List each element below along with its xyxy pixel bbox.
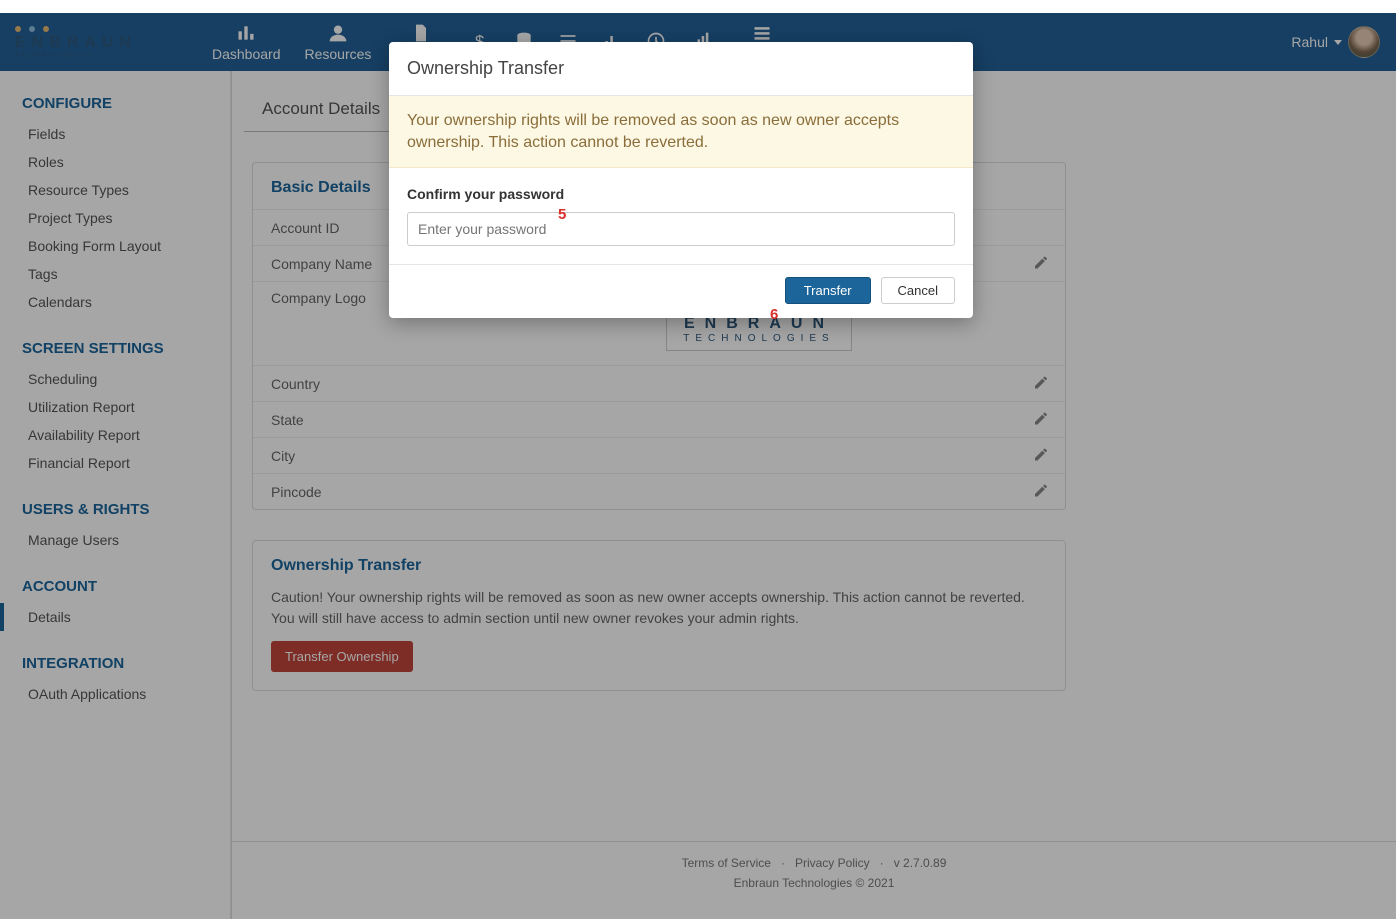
password-input[interactable] (407, 212, 955, 246)
annotation-6: 6 (770, 306, 778, 323)
modal-alert: Your ownership rights will be removed as… (389, 96, 973, 168)
annotation-5: 5 (558, 206, 566, 223)
password-label: Confirm your password (407, 186, 564, 202)
ownership-transfer-modal: Ownership Transfer Your ownership rights… (389, 42, 973, 318)
cancel-button[interactable]: Cancel (881, 277, 955, 304)
modal-title: Ownership Transfer (389, 42, 973, 96)
transfer-button[interactable]: Transfer (785, 277, 871, 304)
